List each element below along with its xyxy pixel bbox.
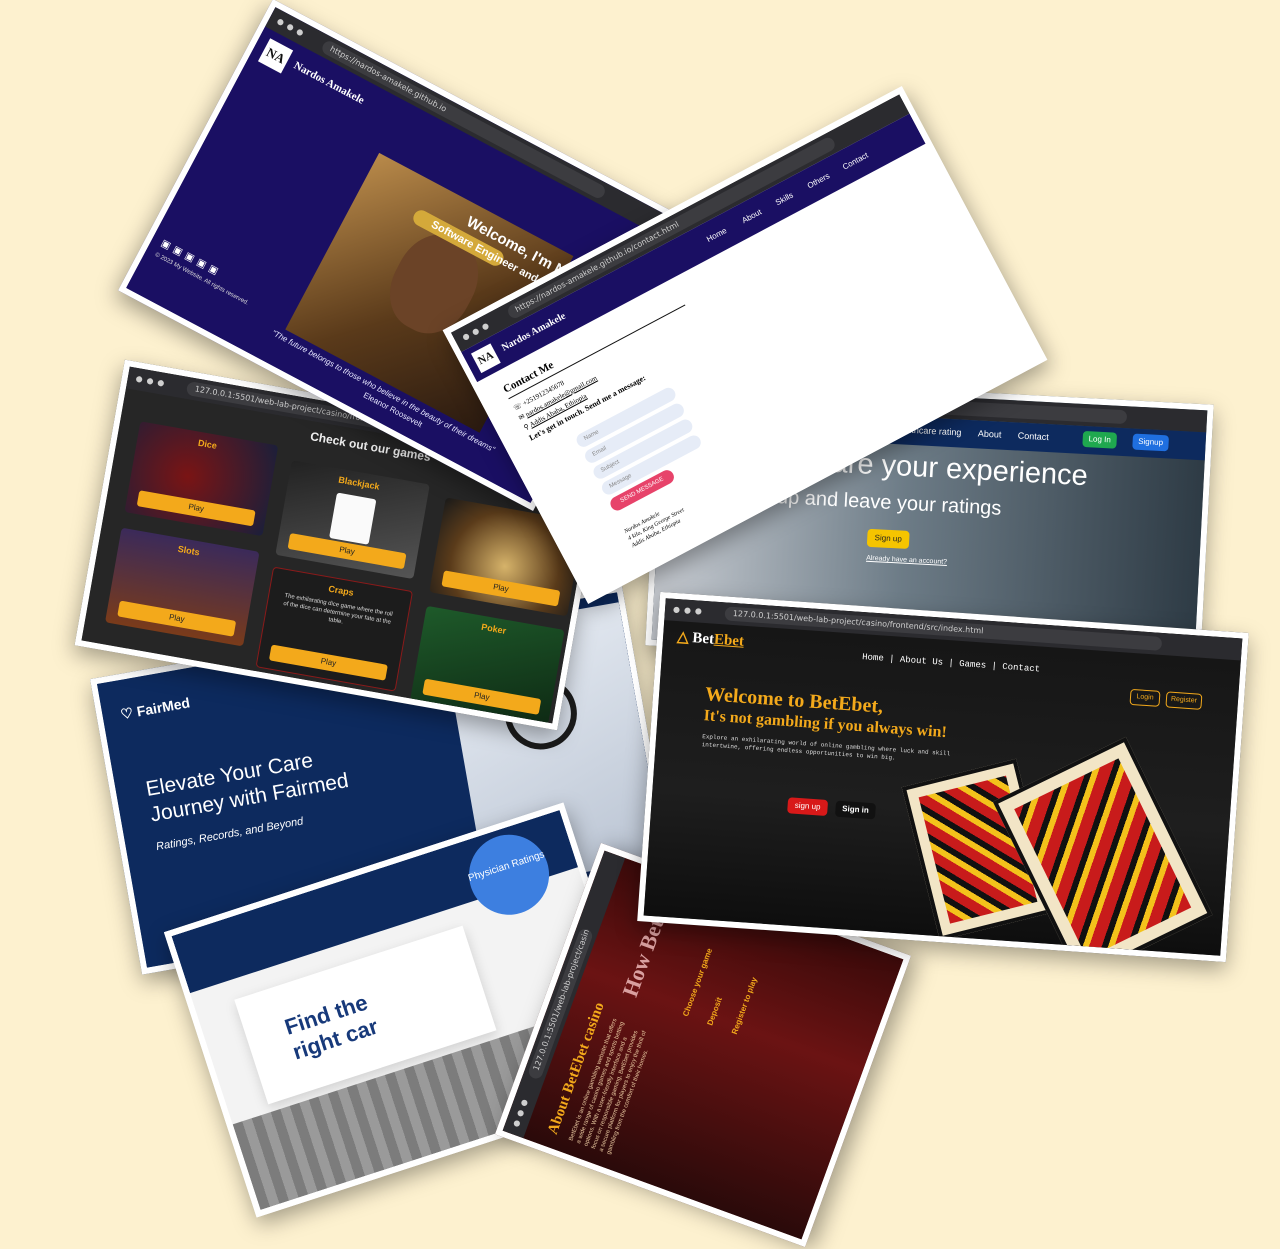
na-logo[interactable]: NA <box>470 343 501 374</box>
game-card-slots[interactable]: Slots Play <box>105 527 260 647</box>
nav-contact[interactable]: Contact <box>841 151 870 172</box>
signup-button[interactable]: Signup <box>1132 433 1170 452</box>
game-card-blackjack[interactable]: Blackjack Play <box>275 460 430 580</box>
triangle-logo-icon: △ <box>676 629 693 647</box>
signin-button[interactable]: Sign in <box>834 800 876 820</box>
playing-card-image-2 <box>992 736 1213 956</box>
play-button-poker[interactable]: Play <box>422 678 542 715</box>
nav-games[interactable]: Games <box>959 659 987 671</box>
fairmed-logo[interactable]: ♡ FairMed <box>119 694 191 723</box>
play-button-dice[interactable]: Play <box>136 490 256 527</box>
rating-signup-cta[interactable]: Sign up <box>866 528 910 549</box>
already-account-link[interactable]: Already have an account? <box>866 555 947 566</box>
nav-contact[interactable]: Contact <box>1002 662 1040 675</box>
betebet-logo[interactable]: △ BetEbet <box>676 627 745 651</box>
nav-skills[interactable]: Skills <box>774 191 795 208</box>
linkedin-icon[interactable]: ▣ <box>206 263 223 279</box>
nav-about-us[interactable]: About Us <box>900 655 944 668</box>
na-logo[interactable]: NA <box>257 38 294 74</box>
find-heading: Find the right car <box>281 989 382 1065</box>
nav-contact[interactable]: Contact <box>1018 431 1050 443</box>
login-button[interactable]: Log In <box>1082 430 1118 449</box>
play-button-roulette[interactable]: Play <box>441 570 561 607</box>
betebet-home-screenshot: ●●● 127.0.0.1:5501/web-lab-project/casino… <box>637 591 1249 963</box>
cards-image <box>329 492 377 545</box>
nav-about[interactable]: About <box>978 428 1002 439</box>
game-card-craps[interactable]: Craps The exhilarating dice game where t… <box>255 566 414 692</box>
nav-home[interactable]: Home <box>862 652 884 663</box>
login-button[interactable]: Login <box>1129 688 1161 707</box>
play-button-craps[interactable]: Play <box>269 644 388 681</box>
address-block: Nardos Amakele 4 kilo, King George Stree… <box>623 507 686 550</box>
nav-about[interactable]: About <box>740 207 763 225</box>
register-button[interactable]: Register <box>1165 691 1203 710</box>
game-card-dice[interactable]: Dice Play <box>124 421 279 537</box>
play-button-slots[interactable]: Play <box>117 600 237 637</box>
nav-others[interactable]: Others <box>806 171 831 190</box>
address-bar[interactable]: https://nardos-amakele.github.io <box>319 38 608 201</box>
game-card-poker[interactable]: Poker Play <box>410 605 565 724</box>
nav-home[interactable]: Home <box>705 226 728 244</box>
signup-button[interactable]: sign up <box>787 797 829 817</box>
